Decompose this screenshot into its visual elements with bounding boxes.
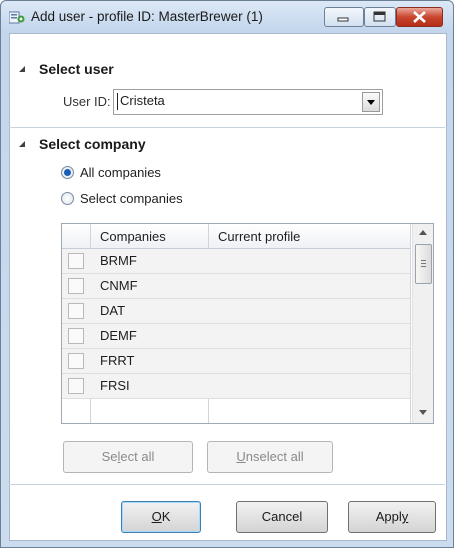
access-key: U bbox=[236, 449, 246, 464]
row-checkbox[interactable] bbox=[68, 378, 84, 394]
grip-line bbox=[421, 266, 426, 267]
table-row[interactable]: CNMF bbox=[62, 274, 410, 299]
row-checkbox[interactable] bbox=[68, 253, 84, 269]
cancel-button[interactable]: Cancel bbox=[236, 501, 328, 533]
company-cell: CNMF bbox=[100, 278, 138, 293]
user-id-label: User ID: bbox=[63, 94, 111, 109]
table-row[interactable]: FRSI bbox=[62, 374, 410, 399]
user-id-value: Cristeta bbox=[120, 93, 165, 108]
dropdown-arrow-icon[interactable] bbox=[362, 92, 380, 112]
column-header-companies[interactable]: Companies bbox=[100, 229, 166, 244]
select-company-heading: Select company bbox=[39, 136, 146, 152]
scroll-down-arrow-icon[interactable] bbox=[419, 410, 427, 415]
unselect-all-button[interactable]: Unselect all bbox=[207, 441, 333, 473]
select-user-heading: Select user bbox=[39, 61, 114, 77]
dialog-window: Add user - profile ID: MasterBrewer (1) … bbox=[0, 0, 454, 548]
label-part: Se bbox=[101, 449, 118, 464]
maximize-button[interactable] bbox=[364, 7, 396, 27]
group-divider bbox=[9, 127, 445, 128]
close-icon bbox=[413, 11, 426, 23]
table-row[interactable]: DAT bbox=[62, 299, 410, 324]
table-row[interactable]: DEMF bbox=[62, 324, 410, 349]
collapse-triangle-icon bbox=[19, 66, 25, 73]
table-row[interactable]: FRRT bbox=[62, 349, 410, 374]
label-part: K bbox=[161, 509, 171, 524]
company-cell: DAT bbox=[100, 303, 126, 318]
radio-select-companies[interactable]: Select companies bbox=[61, 191, 183, 206]
window-title: Add user - profile ID: MasterBrewer (1) bbox=[31, 9, 263, 24]
grip-line bbox=[421, 260, 426, 261]
access-key: y bbox=[401, 509, 409, 524]
company-cell: BRMF bbox=[100, 253, 137, 268]
label-part: nselect all bbox=[245, 449, 304, 464]
maximize-icon bbox=[373, 11, 386, 22]
title-bar[interactable]: Add user - profile ID: MasterBrewer (1) bbox=[1, 1, 453, 33]
grip-line bbox=[421, 263, 426, 264]
row-checkbox[interactable] bbox=[68, 303, 84, 319]
row-checkbox[interactable] bbox=[68, 353, 84, 369]
select-all-button[interactable]: Select all bbox=[63, 441, 193, 473]
footer-divider bbox=[9, 484, 445, 485]
scroll-up-arrow-icon[interactable] bbox=[419, 230, 427, 235]
minimize-icon bbox=[337, 17, 349, 22]
radio-unselected-icon bbox=[61, 192, 74, 206]
scroll-thumb[interactable] bbox=[415, 244, 432, 284]
label-part: ect all bbox=[120, 449, 155, 464]
radio-label: Select companies bbox=[80, 191, 183, 206]
row-checkbox[interactable] bbox=[68, 278, 84, 294]
column-divider bbox=[410, 224, 411, 423]
row-checkbox[interactable] bbox=[68, 328, 84, 344]
table-row[interactable]: BRMF bbox=[62, 249, 410, 274]
radio-all-companies[interactable]: All companies bbox=[61, 165, 161, 180]
collapse-triangle-icon bbox=[19, 141, 25, 148]
radio-label: All companies bbox=[80, 165, 161, 180]
column-header-current-profile[interactable]: Current profile bbox=[218, 229, 300, 244]
user-id-combobox[interactable]: Cristeta bbox=[113, 89, 383, 115]
close-button[interactable] bbox=[396, 7, 443, 27]
company-cell: DEMF bbox=[100, 328, 137, 343]
label-part: Appl bbox=[375, 509, 402, 524]
minimize-button[interactable] bbox=[324, 7, 364, 27]
grid-header: Companies Current profile bbox=[62, 224, 410, 249]
radio-selected-icon bbox=[61, 166, 74, 180]
text-cursor bbox=[117, 93, 118, 110]
company-cell: FRSI bbox=[100, 378, 130, 393]
select-company-group-header[interactable]: Select company bbox=[19, 136, 146, 152]
vertical-scrollbar[interactable] bbox=[412, 224, 433, 423]
form-icon bbox=[9, 11, 25, 24]
select-user-group-header[interactable]: Select user bbox=[19, 61, 114, 77]
ok-button[interactable]: OK bbox=[121, 501, 201, 533]
access-key: O bbox=[151, 509, 162, 524]
companies-grid: Companies Current profile BRMF CNMF DAT … bbox=[61, 223, 434, 424]
company-cell: FRRT bbox=[100, 353, 135, 368]
apply-button[interactable]: Apply bbox=[348, 501, 436, 533]
